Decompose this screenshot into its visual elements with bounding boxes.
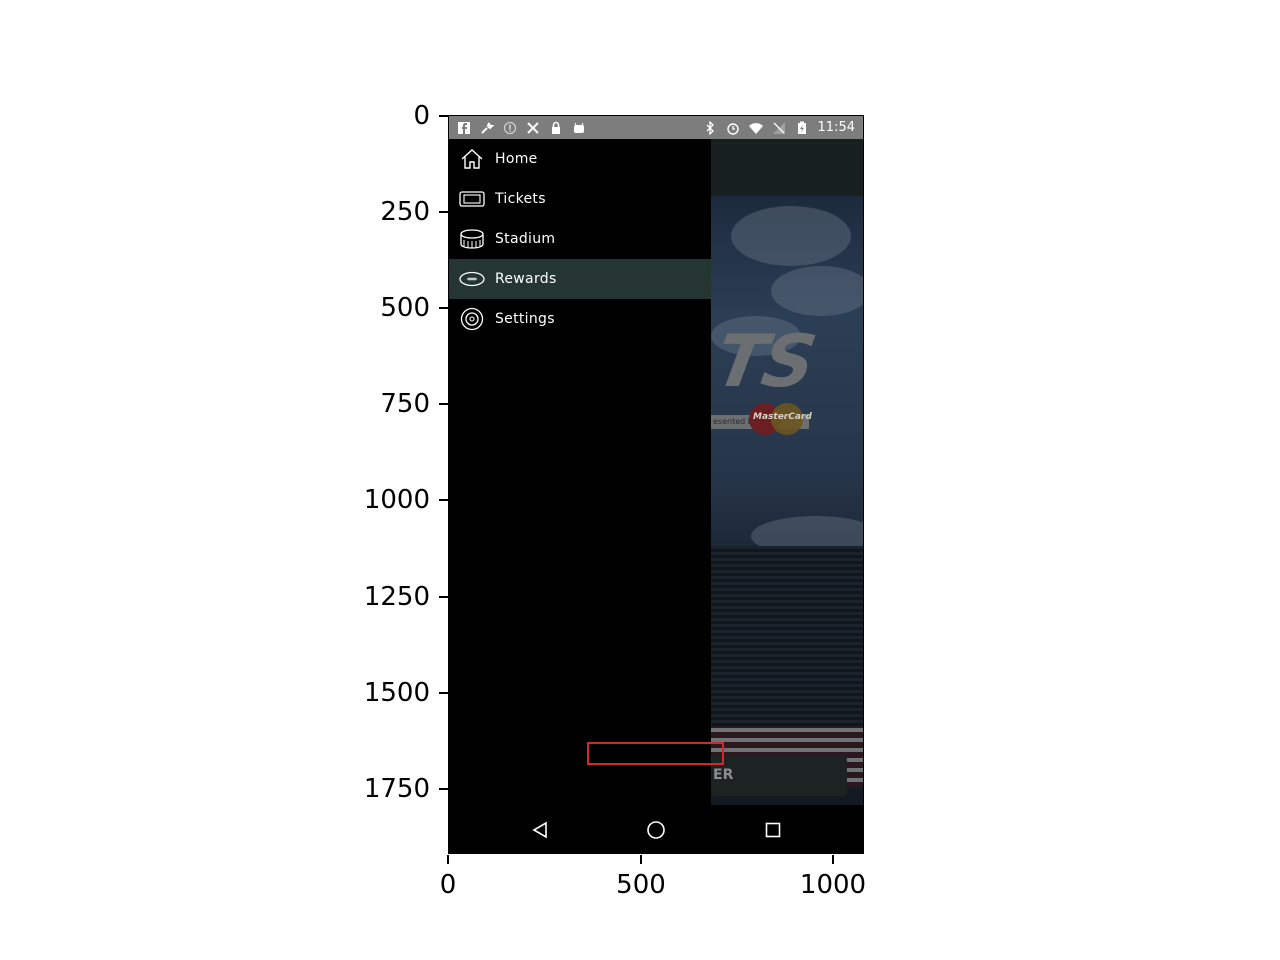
- cloud: [731, 206, 851, 266]
- navigation-drawer: Home Tickets Stadium Rewards Settings: [449, 139, 711, 805]
- drawer-item-tickets[interactable]: Tickets: [449, 179, 711, 219]
- mastercard-text: MasterCard: [753, 412, 812, 422]
- y-tick: [439, 307, 448, 309]
- x-tick-label: 1000: [799, 870, 867, 900]
- home-button[interactable]: [645, 819, 667, 841]
- drawer-item-home[interactable]: Home: [449, 139, 711, 179]
- football-icon: [459, 266, 485, 292]
- back-button[interactable]: [529, 819, 551, 841]
- y-tick: [439, 403, 448, 405]
- status-time: 11:54: [817, 120, 855, 135]
- mastercard-logo: MasterCard: [749, 403, 812, 435]
- alarm-icon: [726, 122, 739, 135]
- system-navigation-bar: [449, 805, 863, 853]
- stadium-icon: [459, 226, 485, 252]
- stadium-stands: [711, 546, 863, 726]
- status-bar: 11:54: [449, 116, 863, 139]
- drawer-item-label: Home: [495, 151, 538, 167]
- android-icon: [574, 122, 584, 133]
- x-tick: [832, 855, 834, 864]
- background-toolbar: [711, 139, 863, 196]
- team-logo-fragment: TS: [711, 319, 820, 403]
- y-tick: [439, 596, 448, 598]
- y-tick-label: 500: [380, 293, 430, 323]
- wrench-icon: [481, 122, 494, 134]
- y-tick-label: 250: [380, 197, 430, 227]
- facebook-icon: [458, 121, 470, 134]
- bluetooth-icon: [706, 120, 714, 135]
- x-tick: [447, 855, 449, 864]
- background-hero-image: [711, 196, 863, 805]
- x-tick: [640, 855, 642, 864]
- lock-icon: [552, 121, 560, 134]
- background-app[interactable]: TS esented by MasterCard ER: [711, 139, 863, 805]
- settings-icon: [459, 306, 485, 332]
- cloud: [771, 266, 863, 316]
- x-tick-label: 0: [439, 870, 457, 900]
- drawer-item-label: Settings: [495, 311, 555, 327]
- recents-button[interactable]: [762, 819, 784, 841]
- drawer-item-label: Tickets: [495, 191, 546, 207]
- wifi-icon: [748, 122, 763, 134]
- y-tick: [439, 115, 448, 117]
- background-button-label: ER: [713, 767, 734, 783]
- phone-screen: 11:54 TS esented by MasterCard ER Home T…: [448, 115, 864, 854]
- y-tick-label: 750: [380, 389, 430, 419]
- drawer-item-label: Rewards: [495, 271, 557, 287]
- drawer-item-rewards[interactable]: Rewards: [449, 259, 711, 299]
- y-tick-label: 1250: [363, 582, 430, 612]
- ticket-icon: [459, 186, 485, 212]
- y-tick-label: 0: [413, 101, 430, 131]
- recents-icon: [765, 822, 781, 838]
- status-bar-right: 11:54: [703, 120, 855, 135]
- y-tick-label: 1500: [363, 678, 430, 708]
- x-tick-label: 500: [616, 870, 666, 900]
- info-icon: [504, 121, 516, 134]
- y-tick-label: 1750: [363, 774, 430, 804]
- y-tick-label: 1000: [363, 485, 430, 515]
- no-signal-icon: [772, 121, 785, 134]
- drawer-item-stadium[interactable]: Stadium: [449, 219, 711, 259]
- y-tick: [439, 499, 448, 501]
- y-tick: [439, 692, 448, 694]
- home-circle-icon: [647, 821, 665, 839]
- y-tick: [439, 211, 448, 213]
- tools-icon: [527, 121, 539, 134]
- y-tick: [439, 788, 448, 790]
- drawer-item-label: Stadium: [495, 231, 556, 247]
- drawer-item-settings[interactable]: Settings: [449, 299, 711, 339]
- back-icon: [532, 821, 547, 839]
- status-bar-left: [457, 121, 586, 135]
- battery-charging-icon: [797, 121, 806, 134]
- home-icon: [459, 146, 485, 172]
